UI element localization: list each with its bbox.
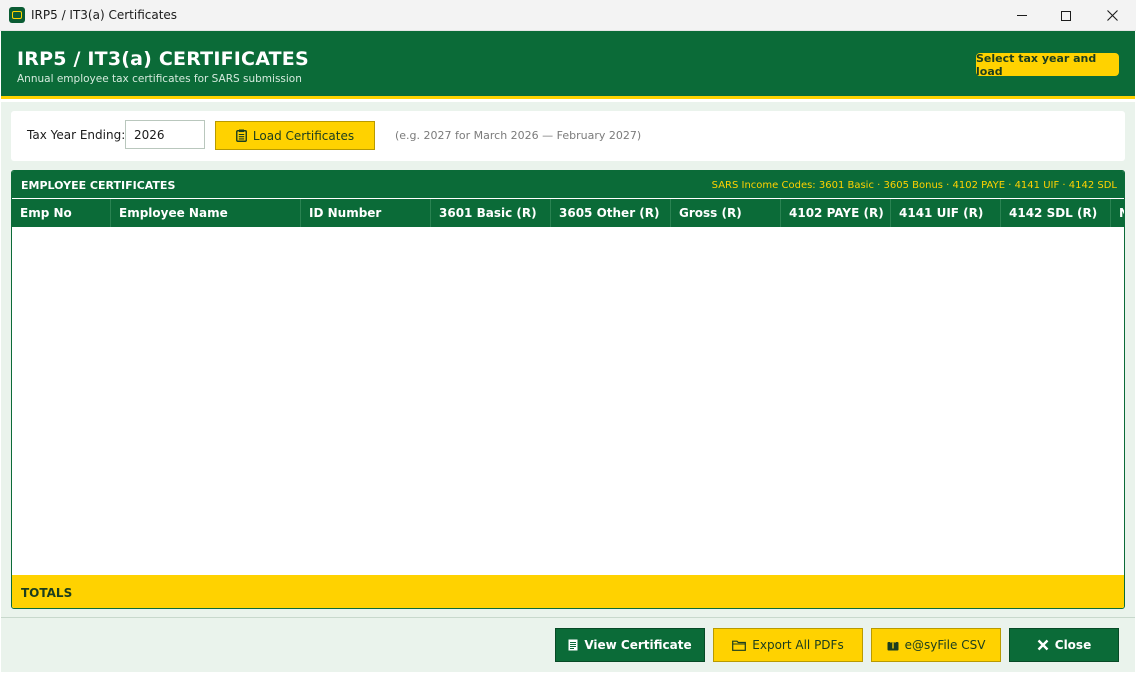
tax-year-hint: (e.g. 2027 for March 2026 — February 202… xyxy=(395,129,642,142)
page-title: IRP5 / IT3(a) CERTIFICATES xyxy=(17,48,309,70)
window-close-button[interactable] xyxy=(1089,0,1135,31)
column-header-employee-name[interactable]: Employee Name xyxy=(111,199,301,227)
close-icon xyxy=(1106,10,1118,21)
column-header-4142-sdl[interactable]: 4142 SDL (R) xyxy=(1001,199,1111,227)
load-certificates-label: Load Certificates xyxy=(252,128,355,143)
tax-year-input[interactable] xyxy=(125,120,205,149)
page-subtitle: Annual employee tax certificates for SAR… xyxy=(17,73,302,85)
clipboard-icon xyxy=(235,129,247,142)
load-certificates-button[interactable]: Load Certificates xyxy=(215,121,375,150)
employee-certificates-panel: EMPLOYEE CERTIFICATES SARS Income Codes:… xyxy=(11,170,1125,609)
tax-year-load-bar: Tax Year Ending: Load Certificates (e.g.… xyxy=(11,111,1125,161)
document-icon xyxy=(568,639,578,651)
maximize-button[interactable] xyxy=(1043,0,1089,31)
status-badge: Select tax year and load xyxy=(976,52,1119,78)
tax-year-label: Tax Year Ending: xyxy=(27,128,126,142)
column-header-id-number[interactable]: ID Number xyxy=(301,199,431,227)
page-header: IRP5 / IT3(a) CERTIFICATES Annual employ… xyxy=(1,31,1135,99)
export-all-pdfs-button[interactable]: Export All PDFs xyxy=(713,628,863,662)
panel-header: EMPLOYEE CERTIFICATES SARS Income Codes:… xyxy=(12,171,1124,198)
close-label: Close xyxy=(1054,638,1092,652)
folder-icon xyxy=(732,640,747,651)
minimize-button[interactable] xyxy=(999,0,1045,31)
efile-csv-button[interactable]: e@syFile CSV xyxy=(871,628,1001,662)
sars-income-codes: SARS Income Codes: 3601 Basic · 3605 Bon… xyxy=(711,180,1117,191)
column-header-truncated[interactable]: N xyxy=(1111,199,1124,227)
view-certificate-button[interactable]: View Certificate xyxy=(555,628,705,662)
window-title: IRP5 / IT3(a) Certificates xyxy=(31,8,178,22)
totals-row: TOTALS xyxy=(12,575,1124,608)
window-titlebar: IRP5 / IT3(a) Certificates xyxy=(0,0,1136,31)
upload-icon xyxy=(887,639,899,651)
certificates-table-body[interactable] xyxy=(12,227,1124,575)
efile-csv-label: e@syFile CSV xyxy=(904,638,986,652)
totals-label: TOTALS xyxy=(21,586,73,600)
minimize-icon xyxy=(1017,15,1027,16)
column-header-3601-basic[interactable]: 3601 Basic (R) xyxy=(431,199,551,227)
view-certificate-label: View Certificate xyxy=(584,638,692,652)
column-header-emp-no[interactable]: Emp No xyxy=(12,199,111,227)
column-header-3605-other[interactable]: 3605 Other (R) xyxy=(551,199,671,227)
panel-title: EMPLOYEE CERTIFICATES xyxy=(21,179,176,192)
column-header-4102-paye[interactable]: 4102 PAYE (R) xyxy=(781,199,891,227)
app-icon xyxy=(9,7,25,23)
close-button[interactable]: Close xyxy=(1009,628,1119,662)
footer-actions: View Certificate Export All PDFs e@syFil… xyxy=(1,617,1135,672)
export-all-pdfs-label: Export All PDFs xyxy=(752,638,844,652)
column-header-4141-uif[interactable]: 4141 UIF (R) xyxy=(891,199,1001,227)
main-content: Tax Year Ending: Load Certificates (e.g.… xyxy=(1,102,1135,617)
close-x-icon xyxy=(1037,639,1049,651)
column-header-gross[interactable]: Gross (R) xyxy=(671,199,781,227)
table-header: Emp No Employee Name ID Number 3601 Basi… xyxy=(12,199,1124,227)
maximize-icon xyxy=(1061,10,1071,21)
